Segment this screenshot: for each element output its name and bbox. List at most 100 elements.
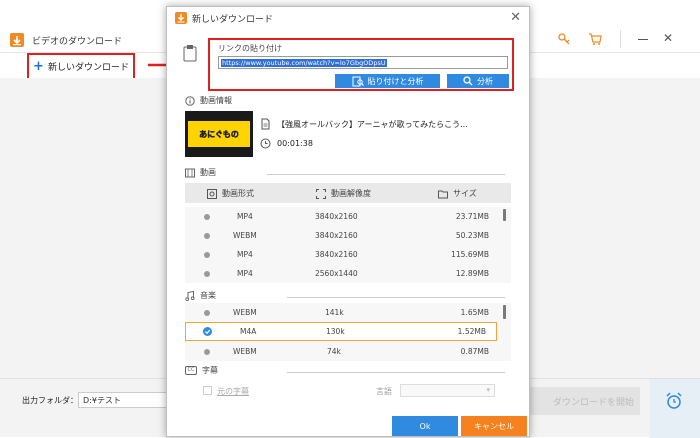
paste-and-analyze-button[interactable]: 貼り付けと分析 (335, 74, 440, 88)
video-table-header: 動画形式 動画解像度 サイズ (185, 183, 511, 203)
cancel-button[interactable]: キャンセル (461, 416, 527, 436)
subtitle-section-header: CC 字幕 (185, 365, 218, 376)
video-list-scrollbar[interactable] (503, 209, 506, 221)
clock-icon (260, 138, 271, 149)
video-section-divider (267, 174, 505, 175)
format-column-label: 動画形式 (222, 189, 254, 198)
ok-label: Ok (419, 421, 431, 431)
radio-icon (204, 232, 210, 239)
format-icon (207, 188, 217, 199)
video-row[interactable]: WEBM 3840x2160 50.23MB (185, 226, 501, 245)
format-column-header[interactable]: 動画形式 (207, 188, 254, 199)
alarm-panel (650, 379, 700, 438)
dialog-close-icon[interactable]: ✕ (510, 11, 521, 24)
document-icon (261, 118, 270, 130)
size-column-header[interactable]: サイズ (438, 188, 477, 199)
start-download-button[interactable]: ダウンロードを開始 (525, 387, 640, 415)
video-thumbnail: あにぐもの (185, 111, 253, 157)
new-download-button[interactable]: + 新しいダウンロード (27, 53, 135, 80)
thumbnail-text: あにぐもの (188, 121, 250, 147)
titlebar-divider (620, 30, 621, 48)
video-row-size: 12.89MB (455, 269, 489, 278)
video-row-format: MP4 (237, 269, 253, 278)
resolution-icon (316, 188, 326, 199)
video-row-resolution: 3840x2160 (315, 231, 358, 240)
audio-list-scrollbar[interactable] (503, 305, 506, 319)
info-icon (185, 95, 195, 106)
video-row[interactable]: MP4 3840x2160 23.71MB (185, 207, 501, 226)
video-info-label: 動画情報 (200, 96, 232, 105)
radio-icon (204, 251, 210, 258)
url-input[interactable]: https://www.youtube.com/watch?v=Io7GbgOD… (218, 56, 508, 69)
search-icon (463, 76, 473, 86)
audio-row-size: 1.52MB (457, 327, 486, 336)
video-row[interactable]: MP4 3840x2160 115.69MB (185, 245, 501, 264)
audio-section-divider (287, 297, 505, 298)
radio-icon (204, 348, 210, 355)
video-section-label: 動画 (200, 168, 216, 177)
minimize-icon[interactable] (638, 39, 648, 40)
dialog-app-icon (175, 12, 187, 24)
clipboard-search-icon (352, 76, 364, 86)
output-folder-field[interactable]: D:¥テスト (78, 392, 178, 408)
audio-row[interactable]: WEBM 74k 0.87MB (185, 342, 501, 361)
audio-row-format: M4A (240, 327, 257, 336)
video-row-format: MP4 (237, 250, 253, 259)
key-icon[interactable] (557, 32, 571, 46)
language-label: 言語 (376, 387, 392, 396)
start-download-label: ダウンロードを開始 (552, 397, 634, 408)
cart-icon[interactable] (588, 32, 602, 46)
audio-section-header: 音楽 (185, 290, 216, 301)
video-row-format: WEBM (233, 231, 257, 240)
audio-section-label: 音楽 (200, 291, 216, 300)
audio-row-bitrate: 141k (325, 308, 344, 317)
output-folder-value: D:¥テスト (83, 396, 121, 405)
video-row-resolution: 3840x2160 (315, 212, 358, 221)
dialog-title: 新しいダウンロード (192, 14, 274, 25)
cc-icon: CC (185, 366, 197, 375)
clipboard-icon (183, 44, 197, 62)
size-column-label: サイズ (453, 189, 477, 198)
resolution-column-label: 動画解像度 (331, 189, 371, 198)
video-row-size: 50.23MB (455, 231, 489, 240)
analyze-button[interactable]: 分析 (447, 74, 509, 88)
video-info-header: 動画情報 (185, 95, 232, 106)
video-row-size: 115.69MB (451, 250, 489, 259)
video-title: 【強風オールバック】アーニャが歌ってみたらこう... (277, 120, 468, 129)
analyze-label: 分析 (477, 76, 493, 86)
audio-row[interactable]: WEBM 141k 1.65MB (185, 303, 501, 322)
link-label: リンクの貼り付け (218, 44, 282, 53)
audio-row-bitrate: 74k (327, 347, 341, 356)
video-section-header: 動画 (185, 167, 216, 178)
language-select[interactable]: ▾ (400, 384, 495, 397)
checked-radio-icon (203, 327, 212, 336)
ok-button[interactable]: Ok (392, 416, 458, 436)
radio-icon (204, 270, 210, 277)
audio-row-size: 0.87MB (460, 347, 489, 356)
cancel-label: キャンセル (474, 421, 514, 431)
video-duration: 00:01:38 (277, 139, 313, 148)
radio-icon (204, 213, 210, 220)
output-folder-label: 出力フォルダ： (22, 396, 78, 405)
audio-row-bitrate: 130k (326, 327, 345, 336)
app-logo-icon (10, 33, 24, 47)
original-subtitle-checkbox[interactable] (203, 386, 212, 395)
folder-icon (438, 190, 448, 198)
main-window-title: ビデオのダウンロード (32, 37, 123, 47)
video-row-resolution: 3840x2160 (315, 250, 358, 259)
video-row[interactable]: MP4 2560x1440 12.89MB (185, 264, 501, 283)
video-row-size: 23.71MB (455, 212, 489, 221)
video-row-resolution: 2560x1440 (315, 269, 358, 278)
resolution-column-header[interactable]: 動画解像度 (316, 188, 371, 199)
subtitle-section-label: 字幕 (202, 366, 218, 375)
url-value: https://www.youtube.com/watch?v=Io7GbgOD… (221, 59, 387, 67)
audio-row-size: 1.65MB (460, 308, 489, 317)
music-note-icon (185, 290, 195, 301)
close-icon[interactable]: ✕ (663, 32, 673, 44)
paste-and-analyze-label: 貼り付けと分析 (367, 76, 424, 86)
video-format-list: MP4 3840x2160 23.71MB WEBM 3840x2160 50.… (185, 207, 511, 283)
alarm-clock-icon[interactable] (665, 392, 683, 410)
new-download-dialog: 新しいダウンロード ✕ リンクの貼り付け https://www.youtube… (166, 6, 530, 437)
audio-row-selected[interactable]: M4A 130k 1.52MB (185, 322, 497, 341)
original-subtitle-label: 元の字幕 (217, 387, 249, 396)
